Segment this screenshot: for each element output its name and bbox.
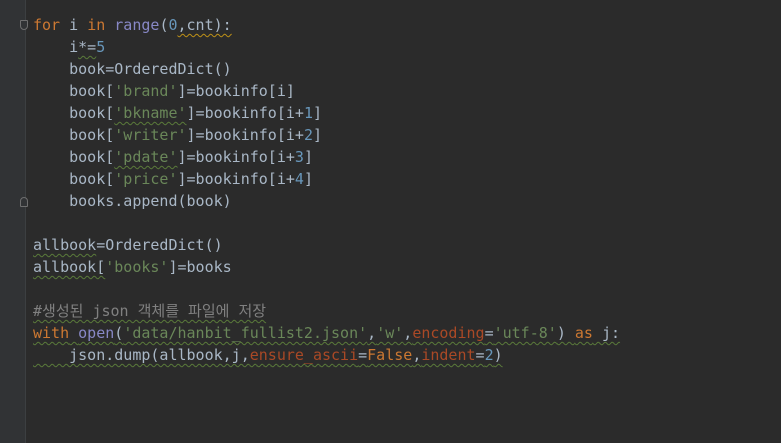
code-line-3: book=OrderedDict() xyxy=(33,58,781,80)
code-text: ]=bookinfo[i+ xyxy=(177,170,295,188)
keyword: with xyxy=(33,324,70,342)
code-text: =OrderedDict() xyxy=(96,236,223,254)
code-text: ]=books xyxy=(168,258,232,276)
operator: *= xyxy=(78,38,97,56)
code-text: book[ xyxy=(33,148,115,166)
named-parameter: ensure_ascii xyxy=(249,346,359,364)
code-text: ]=bookinfo[i+ xyxy=(186,104,304,122)
code-line-8: book['price']=bookinfo[i+4] xyxy=(33,168,781,190)
code-text: ] xyxy=(312,126,322,144)
code-line-4: book['brand']=bookinfo[i] xyxy=(33,80,781,102)
builtin-function: range xyxy=(114,16,160,34)
string-literal: 'bkname' xyxy=(114,104,187,122)
code-text: =OrderedDict() xyxy=(105,60,232,78)
code-text: books.append(book) xyxy=(33,192,232,210)
string-literal: 'brand' xyxy=(114,82,178,100)
code-text: ]=bookinfo[i] xyxy=(177,82,295,100)
code-text: ) xyxy=(493,346,503,364)
code-text: , xyxy=(367,324,377,342)
code-text: j: xyxy=(592,324,621,342)
code-text: allbook[ xyxy=(33,258,106,276)
code-text: ( xyxy=(114,324,124,342)
string-literal: 'utf-8' xyxy=(493,324,557,342)
number-literal: 1 xyxy=(303,104,313,122)
code-text: book[ xyxy=(33,126,115,144)
code-text: i xyxy=(33,38,79,56)
named-parameter: encoding xyxy=(412,324,485,342)
code-line-2: i*=5 xyxy=(33,36,781,58)
code-text: = xyxy=(358,346,368,364)
code-text: book[ xyxy=(33,104,115,122)
code-text: i xyxy=(60,16,88,34)
code-text: book[ xyxy=(33,82,115,100)
code-line-5: book['bkname']=bookinfo[i+1] xyxy=(33,102,781,124)
code-area[interactable]: for i in range(0,cnt): i*=5 book=Ordered… xyxy=(33,14,781,366)
number-literal: 0 xyxy=(168,16,178,34)
code-text: ] xyxy=(312,104,322,122)
keyword: False xyxy=(367,346,413,364)
code-text: , xyxy=(403,324,413,342)
string-literal: 'data/hanbit_fullist2.json' xyxy=(123,324,368,342)
string-literal: 'writer' xyxy=(114,126,187,144)
number-literal: 2 xyxy=(484,346,494,364)
code-editor[interactable]: for i in range(0,cnt): i*=5 book=Ordered… xyxy=(0,0,781,443)
string-literal: 'w' xyxy=(376,324,404,342)
code-line-15: with open('data/hanbit_fullist2.json','w… xyxy=(33,322,781,344)
editor-gutter xyxy=(0,0,28,443)
code-line-7: book['pdate']=bookinfo[i+3] xyxy=(33,146,781,168)
keyword: in xyxy=(87,16,106,34)
number-literal: 4 xyxy=(294,170,304,188)
code-text: allbook xyxy=(33,236,97,254)
code-line-6: book['writer']=bookinfo[i+2] xyxy=(33,124,781,146)
fold-end-icon[interactable] xyxy=(20,197,28,207)
code-text: ]=bookinfo[i+ xyxy=(186,126,304,144)
keyword: for xyxy=(33,16,61,34)
string-literal: 'pdate' xyxy=(114,148,178,166)
named-parameter: indent xyxy=(421,346,476,364)
code-line-14: #생성된 json 객체를 파일에 저장 xyxy=(33,300,781,322)
string-literal: 'price' xyxy=(114,170,178,188)
code-text: book[ xyxy=(33,170,115,188)
code-text: = xyxy=(484,324,494,342)
code-line-9: books.append(book) xyxy=(33,190,781,212)
string-literal: 'books' xyxy=(105,258,169,276)
code-line-1: for i in range(0,cnt): xyxy=(33,14,781,36)
code-text: json.dump(allbook,j, xyxy=(33,346,250,364)
code-line-12: allbook['books']=books xyxy=(33,256,781,278)
number-literal: 3 xyxy=(294,148,304,166)
code-text: ) xyxy=(556,324,575,342)
code-text: ] xyxy=(303,148,313,166)
code-text: ,cnt): xyxy=(177,16,232,34)
code-text: book xyxy=(33,60,106,78)
code-text: ]=bookinfo[i+ xyxy=(177,148,295,166)
fold-collapse-icon[interactable] xyxy=(20,20,28,30)
builtin-function: open xyxy=(78,324,115,342)
comment: #생성된 json 객체를 파일에 저장 xyxy=(33,302,267,320)
code-text: , xyxy=(412,346,422,364)
code-text: = xyxy=(475,346,485,364)
number-literal: 2 xyxy=(303,126,313,144)
code-line-16: json.dump(allbook,j,ensure_ascii=False,i… xyxy=(33,344,781,366)
keyword: as xyxy=(574,324,593,342)
code-line-11: allbook=OrderedDict() xyxy=(33,234,781,256)
number-literal: 5 xyxy=(96,38,106,56)
code-text: ] xyxy=(303,170,313,188)
